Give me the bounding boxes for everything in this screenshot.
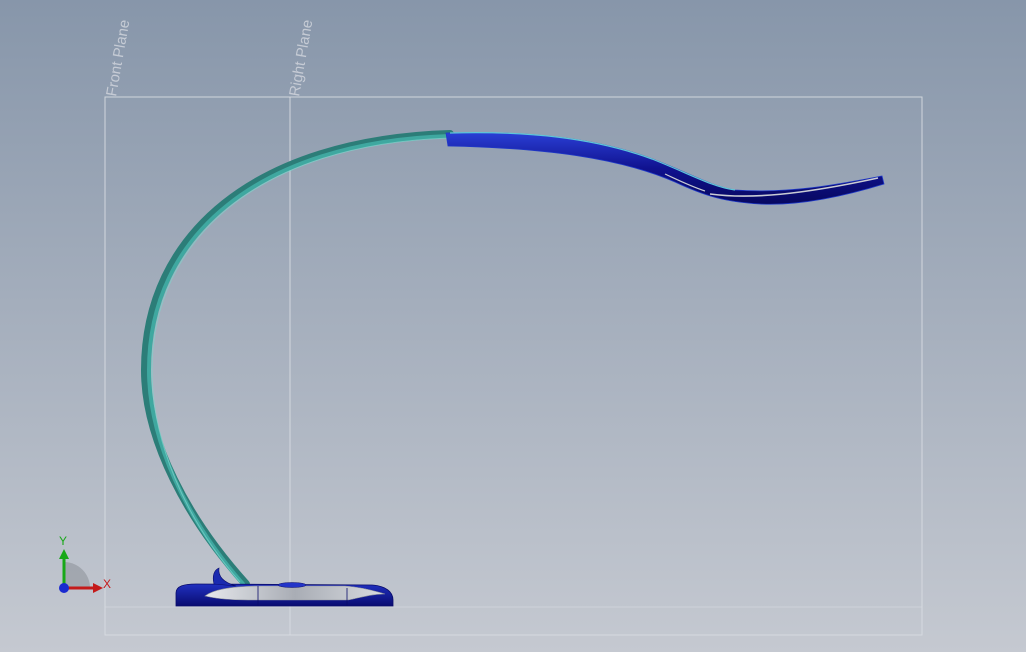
lamp-base-top xyxy=(204,585,386,601)
model-scene[interactable]: Front Plane Right Plane Y X xyxy=(0,0,1026,652)
z-axis-dot-icon[interactable] xyxy=(59,583,69,593)
x-axis-label: X xyxy=(103,577,111,591)
y-axis-label: Y xyxy=(59,534,67,548)
graphics-viewport[interactable]: Front Plane Right Plane Y X xyxy=(0,0,1026,652)
lamp-switch[interactable] xyxy=(277,582,307,588)
